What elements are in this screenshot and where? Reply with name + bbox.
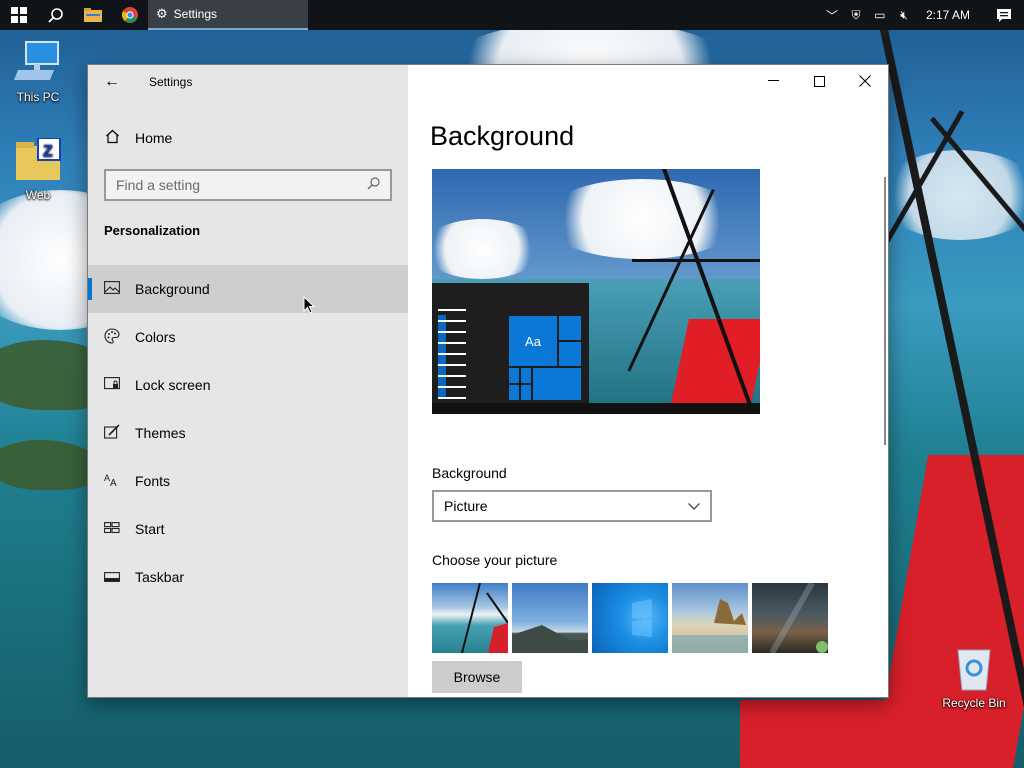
taskbar: ⚙ Settings ﹀ ⛨ ▭ 🔇︎ 2:17 AM bbox=[0, 0, 1024, 30]
chevron-down-icon bbox=[688, 499, 700, 513]
desktop-icon-recycle-bin[interactable]: Recycle Bin bbox=[936, 646, 1012, 710]
picture-icon bbox=[104, 281, 135, 297]
background-preview: Aa bbox=[432, 169, 760, 414]
browse-button[interactable]: Browse bbox=[432, 661, 522, 693]
gear-icon: ⚙ bbox=[156, 6, 168, 21]
personalization-nav: Background Colors Lock screen Themes A A… bbox=[88, 265, 408, 601]
sidebar-item-background[interactable]: Background bbox=[88, 265, 408, 313]
sidebar-item-label: Fonts bbox=[135, 473, 171, 489]
desktop-icon-label: This PC bbox=[16, 90, 60, 104]
home-icon bbox=[105, 129, 135, 148]
folder-icon: Z bbox=[14, 137, 62, 184]
sidebar-item-themes[interactable]: Themes bbox=[88, 409, 408, 457]
fonts-icon: AA bbox=[104, 473, 135, 490]
start-icon bbox=[104, 521, 135, 537]
chevron-up-icon[interactable]: ﹀ bbox=[820, 7, 844, 24]
sidebar-item-label: Lock screen bbox=[135, 377, 211, 393]
file-explorer-icon[interactable] bbox=[74, 0, 111, 30]
taskbar-icon bbox=[104, 569, 135, 585]
sidebar-item-fonts[interactable]: AA Fonts bbox=[88, 457, 408, 505]
choose-picture-label: Choose your picture bbox=[432, 552, 558, 568]
search-input[interactable] bbox=[116, 177, 367, 193]
home-nav-item[interactable]: Home bbox=[88, 121, 408, 155]
background-type-value: Picture bbox=[444, 498, 488, 514]
thumbnail-windows-light[interactable] bbox=[592, 583, 668, 653]
maximize-button[interactable] bbox=[796, 65, 842, 97]
sidebar-item-label: Taskbar bbox=[135, 569, 185, 585]
sidebar-item-label: Background bbox=[135, 281, 210, 297]
svg-text:Z: Z bbox=[43, 143, 53, 160]
network-icon[interactable]: ▭ bbox=[868, 8, 892, 22]
close-button[interactable] bbox=[842, 65, 888, 97]
computer-icon bbox=[14, 40, 62, 86]
thumbnail-night-sky[interactable] bbox=[752, 583, 828, 653]
system-tray: ﹀ ⛨ ▭ 🔇︎ 2:17 AM bbox=[820, 0, 1024, 30]
windows-start-icon[interactable] bbox=[0, 0, 37, 30]
desktop-icon-this-pc[interactable]: This PC bbox=[0, 40, 76, 104]
sidebar-item-lock-screen[interactable]: Lock screen bbox=[88, 361, 408, 409]
scrollbar[interactable] bbox=[884, 177, 886, 445]
back-arrow-icon: ← bbox=[104, 73, 120, 90]
picture-thumbnails bbox=[432, 583, 828, 653]
clock[interactable]: 2:17 AM bbox=[916, 8, 984, 22]
thumbnail-beach-rocks[interactable] bbox=[672, 583, 748, 653]
lock-screen-icon bbox=[104, 376, 135, 394]
home-label: Home bbox=[135, 130, 173, 146]
search-icon[interactable] bbox=[37, 0, 74, 30]
background-label: Background bbox=[432, 465, 507, 481]
sidebar-item-label: Themes bbox=[135, 425, 186, 441]
minimize-button[interactable] bbox=[750, 65, 796, 97]
preview-taskbar bbox=[432, 403, 760, 414]
settings-window: ← Settings Home Personalization Backgrou… bbox=[88, 65, 888, 697]
desktop-icon-web[interactable]: Z Web bbox=[0, 137, 76, 202]
taskbar-settings-button[interactable]: ⚙ Settings bbox=[148, 0, 308, 30]
sidebar-item-colors[interactable]: Colors bbox=[88, 313, 408, 361]
preview-start-menu: Aa bbox=[432, 283, 589, 403]
app-title: Settings bbox=[149, 75, 193, 89]
background-type-dropdown[interactable]: Picture bbox=[432, 490, 712, 522]
palette-icon bbox=[104, 327, 135, 347]
caption-buttons bbox=[750, 65, 888, 97]
sidebar-item-taskbar[interactable]: Taskbar bbox=[88, 553, 408, 601]
desktop-icon-label: Web bbox=[25, 188, 51, 202]
page-title: Background bbox=[430, 121, 575, 151]
search-icon[interactable] bbox=[367, 177, 380, 193]
settings-content: Background Aa Background Picture Choose … bbox=[408, 65, 888, 697]
thumbnail-airplane-wing[interactable] bbox=[432, 583, 508, 653]
action-center-icon[interactable] bbox=[984, 0, 1024, 30]
desktop-icon-label: Recycle Bin bbox=[942, 696, 1006, 710]
themes-icon bbox=[104, 424, 135, 442]
search-box[interactable] bbox=[104, 169, 392, 201]
sidebar-item-label: Start bbox=[135, 521, 165, 537]
preview-tile-text: Aa bbox=[508, 315, 558, 367]
chrome-icon[interactable] bbox=[111, 0, 148, 30]
mouse-cursor-icon bbox=[303, 295, 316, 319]
title-bar: ← Settings bbox=[88, 65, 408, 99]
section-title: Personalization bbox=[104, 223, 201, 238]
taskbar-settings-label: Settings bbox=[173, 7, 218, 21]
recycle-bin-icon bbox=[950, 646, 998, 692]
back-button[interactable]: ← bbox=[88, 66, 136, 98]
thumbnail-coastline[interactable] bbox=[512, 583, 588, 653]
security-icon[interactable]: ⛨ bbox=[844, 8, 868, 23]
volume-muted-icon[interactable]: 🔇︎ bbox=[892, 8, 916, 23]
sidebar-item-start[interactable]: Start bbox=[88, 505, 408, 553]
svg-text:A: A bbox=[110, 478, 117, 487]
settings-sidebar: ← Settings Home Personalization Backgrou… bbox=[88, 65, 408, 697]
sidebar-item-label: Colors bbox=[135, 329, 176, 345]
